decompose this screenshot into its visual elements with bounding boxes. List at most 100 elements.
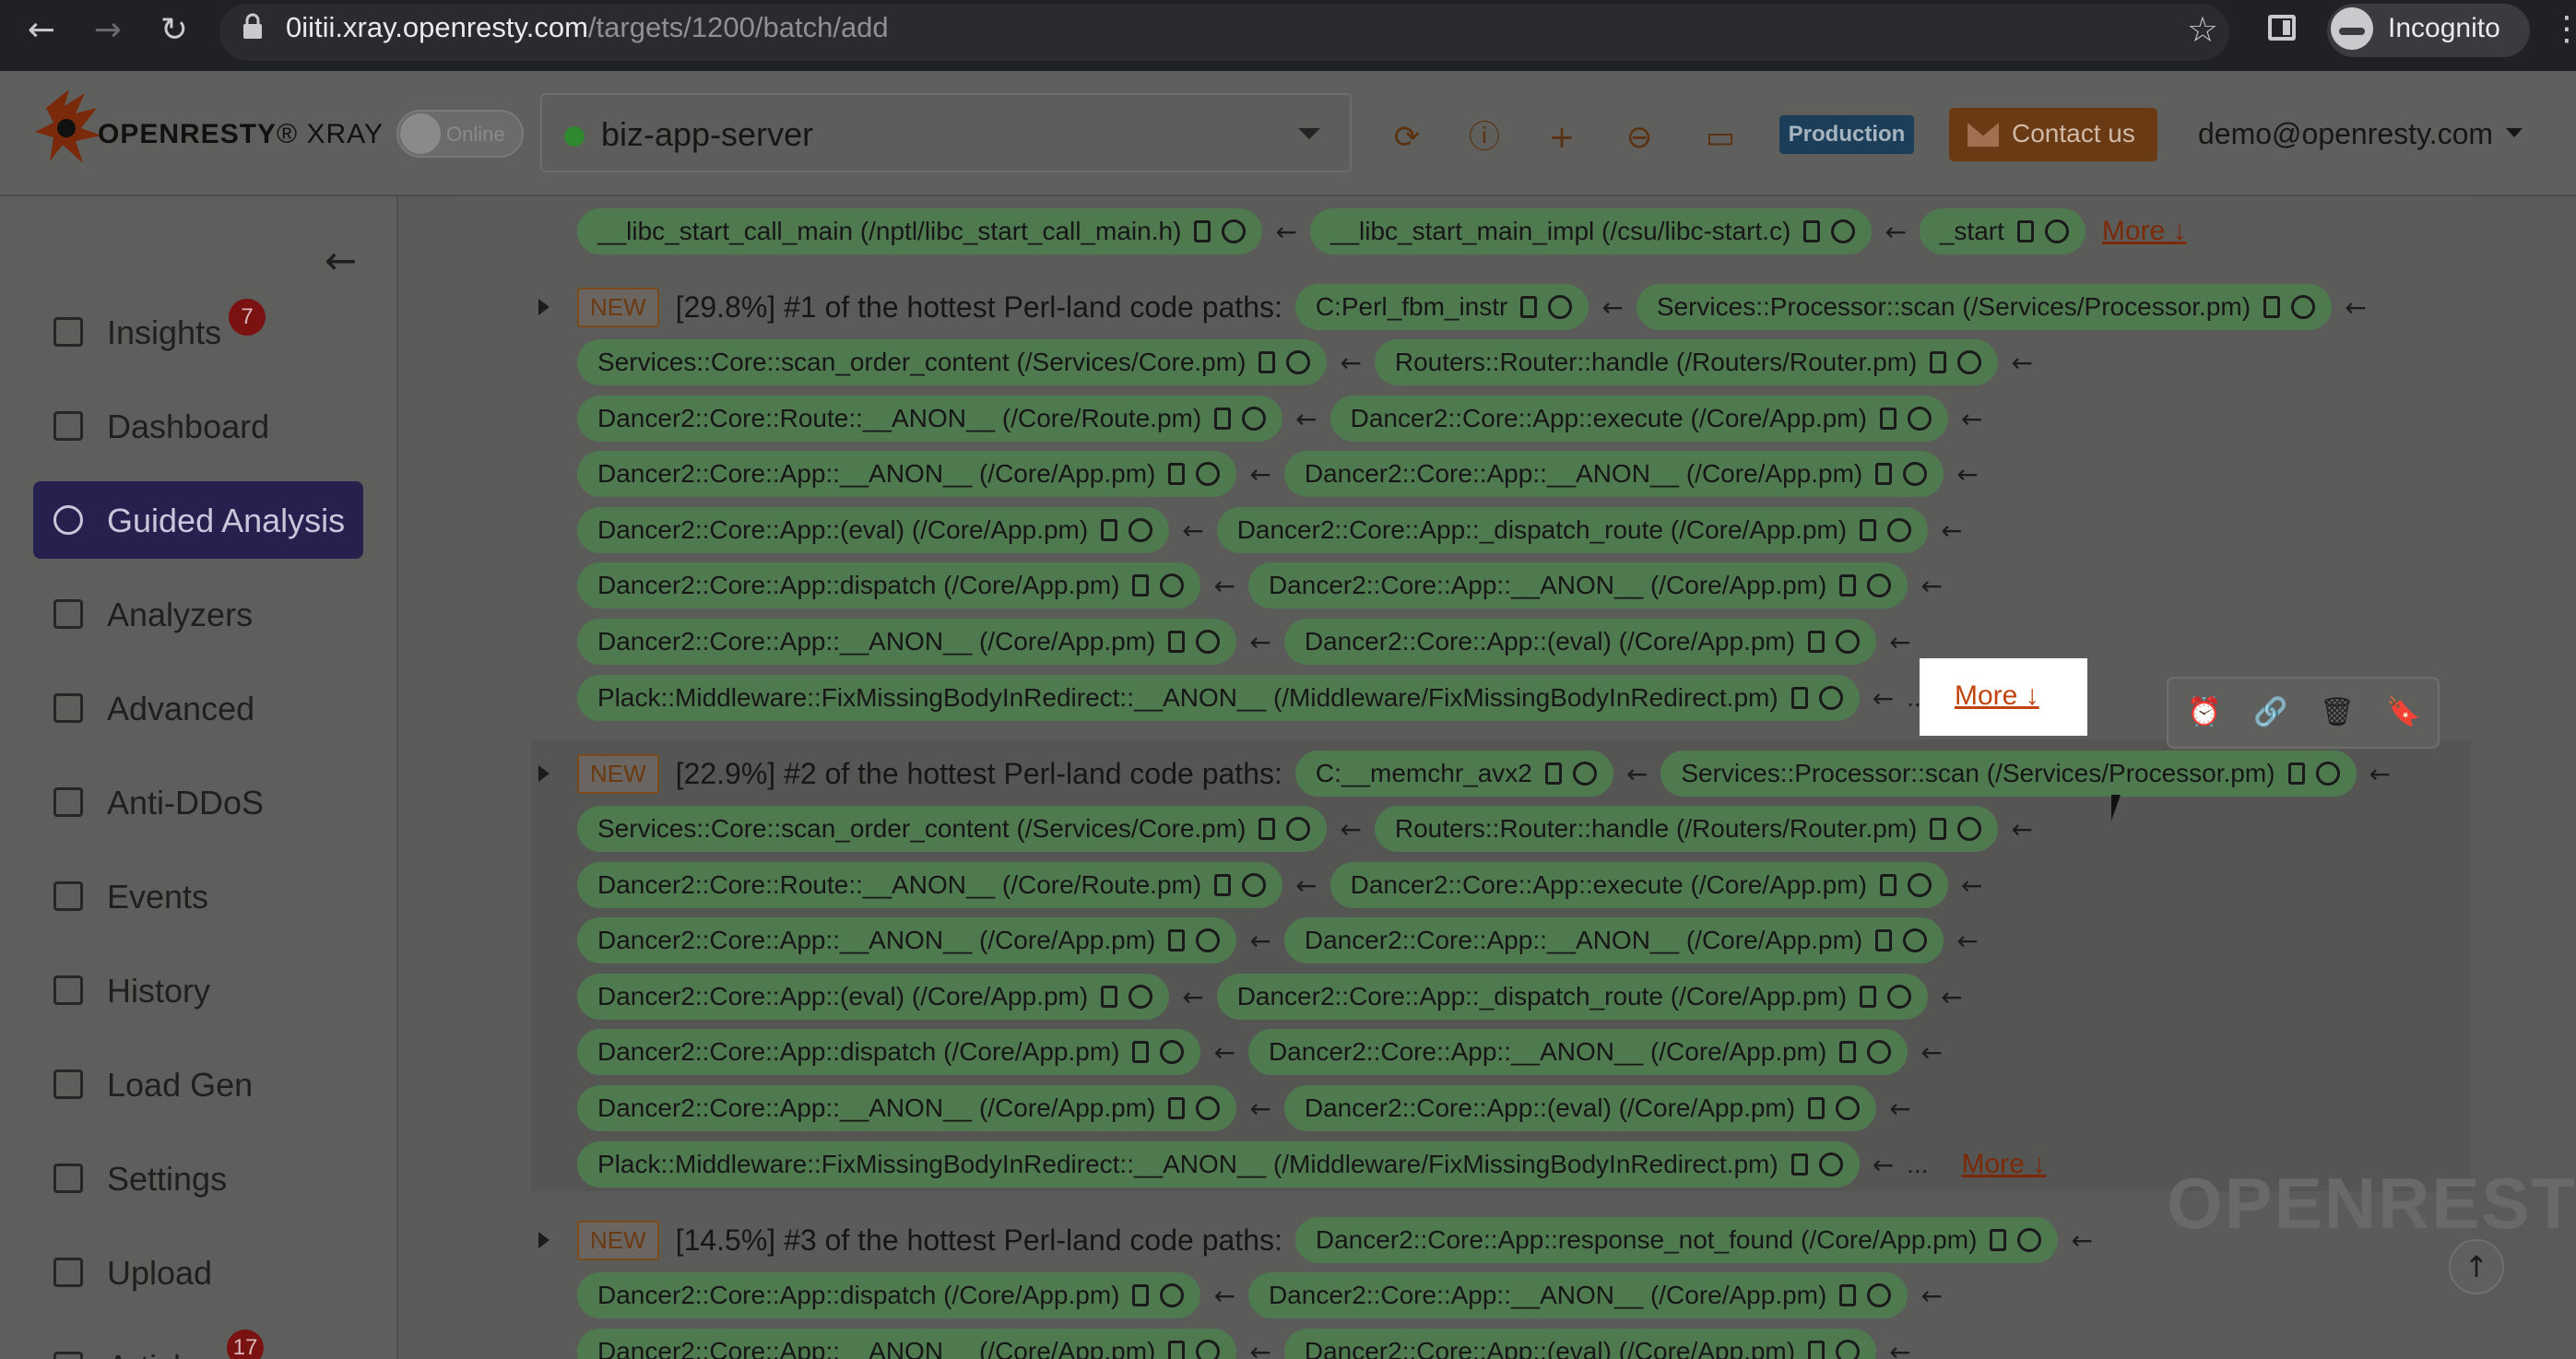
more-link[interactable]: More ↓	[2102, 216, 2187, 247]
sidebar-item-history[interactable]: History	[33, 951, 363, 1029]
frame-pill[interactable]: Plack::Middleware::FixMissingBodyInRedir…	[577, 675, 1860, 721]
copy-icon[interactable]	[1808, 1097, 1826, 1119]
frame-pill[interactable]: Dancer2::Core::App::(eval) (/Core/App.pm…	[577, 507, 1170, 553]
copy-icon[interactable]	[1790, 687, 1808, 709]
copy-icon[interactable]	[1875, 463, 1893, 485]
help-icon[interactable]	[1903, 462, 1928, 486]
help-icon[interactable]	[1957, 817, 1982, 841]
frame-pill[interactable]: Dancer2::Core::App::dispatch (/Core/App.…	[577, 1272, 1201, 1318]
copy-icon[interactable]	[1860, 519, 1877, 541]
frame-pill[interactable]: Dancer2::Core::App::execute (/Core/App.p…	[1329, 396, 1948, 442]
sidebar-item-advanced[interactable]: Advanced	[33, 669, 363, 747]
help-icon[interactable]	[1196, 630, 1221, 654]
help-icon[interactable]	[1242, 407, 1267, 431]
copy-icon[interactable]	[1875, 929, 1893, 951]
frame-pill[interactable]: Dancer2::Core::App::__ANON__ (/Core/App.…	[577, 451, 1237, 497]
forward-icon[interactable]: →	[85, 7, 131, 53]
expand-icon[interactable]	[538, 765, 549, 782]
frame-pill[interactable]: Dancer2::Core::App::(eval) (/Core/App.pm…	[1283, 619, 1877, 665]
sidebar-item-events[interactable]: Events	[33, 857, 363, 935]
frame-pill[interactable]: Services::Core::scan_order_content (/Ser…	[577, 339, 1328, 385]
frame-pill[interactable]: Dancer2::Core::App::__ANON__ (/Core/App.…	[577, 619, 1237, 665]
copy-icon[interactable]	[1132, 574, 1150, 597]
help-icon[interactable]	[2017, 1228, 2042, 1252]
browser-window-icon[interactable]: ▭	[1702, 119, 1739, 156]
copy-icon[interactable]	[2016, 220, 2034, 242]
sidebar-item-articles[interactable]: Articles	[33, 1328, 363, 1359]
copy-icon[interactable]	[1839, 574, 1857, 597]
copy-icon[interactable]	[1860, 986, 1877, 1008]
frame-pill[interactable]: Dancer2::Core::App::dispatch (/Core/App.…	[577, 562, 1201, 609]
copy-icon[interactable]	[1839, 1284, 1857, 1306]
frame-pill[interactable]: Dancer2::Core::App::(eval) (/Core/App.pm…	[577, 974, 1170, 1020]
sidebar-item-anti-ddos[interactable]: Anti-DDoS	[33, 763, 363, 841]
copy-icon[interactable]	[1168, 1097, 1186, 1119]
help-icon[interactable]	[1196, 928, 1221, 952]
browser-menu-icon[interactable]: ⋮	[2550, 9, 2576, 48]
frame-pill[interactable]: Plack::Middleware::FixMissingBodyInRedir…	[577, 1141, 1860, 1188]
trash-icon[interactable]: 🗑	[2320, 697, 2355, 728]
frame-pill[interactable]: Dancer2::Core::App::(eval) (/Core/App.pm…	[1283, 1085, 1877, 1131]
help-icon[interactable]	[2315, 762, 2340, 786]
copy-icon[interactable]	[1258, 818, 1276, 840]
help-icon[interactable]	[1286, 350, 1311, 374]
copy-icon[interactable]	[1101, 986, 1118, 1008]
help-icon[interactable]	[1903, 928, 1928, 952]
frame-pill[interactable]: Dancer2::Core::App::__ANON__ (/Core/App.…	[1283, 451, 1944, 497]
expand-icon[interactable]	[538, 1232, 549, 1248]
copy-icon[interactable]	[1168, 1341, 1186, 1359]
help-icon[interactable]	[1887, 518, 1912, 542]
frame-pill[interactable]: Dancer2::Core::App::_dispatch_route (/Co…	[1216, 507, 1929, 553]
frame-pill[interactable]: Dancer2::Core::App::__ANON__ (/Core/App.…	[577, 917, 1237, 963]
help-icon[interactable]	[1957, 350, 1982, 374]
help-icon[interactable]	[1867, 1283, 1892, 1307]
copy-icon[interactable]	[1879, 408, 1897, 430]
link-icon[interactable]: 🔗	[2253, 697, 2287, 728]
more-link[interactable]: More ↓	[1961, 1149, 2046, 1180]
copy-icon[interactable]	[1194, 220, 1211, 242]
sidebar-item-dashboard[interactable]: Dashboard	[33, 387, 363, 465]
help-icon[interactable]	[1818, 686, 1843, 710]
help-icon[interactable]	[1867, 573, 1892, 597]
help-icon[interactable]	[1867, 1040, 1892, 1064]
frame-pill[interactable]: Services::Processor::scan (/Services/Pro…	[1636, 284, 2333, 330]
more-link-highlighted[interactable]: More ↓	[1920, 658, 2087, 736]
reload-icon[interactable]: ↻	[151, 7, 197, 53]
frame-pill[interactable]: __libc_start_call_main (/nptl/libc_start…	[577, 208, 1263, 254]
help-icon[interactable]	[1887, 985, 1912, 1009]
help-icon[interactable]	[1572, 762, 1597, 786]
help-icon[interactable]	[1196, 1340, 1221, 1359]
help-icon[interactable]	[1836, 1096, 1861, 1120]
side-panel-icon[interactable]	[2268, 15, 2296, 41]
frame-pill[interactable]: Dancer2::Core::App::_dispatch_route (/Co…	[1216, 974, 1929, 1020]
frame-pill[interactable]: _start	[1919, 208, 2086, 254]
help-icon[interactable]	[2044, 219, 2069, 243]
frame-pill[interactable]: Dancer2::Core::App::__ANON__ (/Core/App.…	[1247, 1029, 1908, 1075]
sidebar-item-upload[interactable]: Upload	[33, 1234, 363, 1311]
refresh-icon[interactable]: ⟳	[1388, 119, 1425, 156]
frame-pill[interactable]: Dancer2::Core::Route::__ANON__ (/Core/Ro…	[577, 396, 1283, 442]
plus-icon[interactable]: +	[1543, 119, 1580, 156]
copy-icon[interactable]	[1132, 1041, 1150, 1063]
frame-pill[interactable]: Routers::Router::handle (/Routers/Router…	[1374, 339, 1999, 385]
help-icon[interactable]	[1907, 407, 1932, 431]
help-icon[interactable]	[1160, 573, 1185, 597]
frame-pill[interactable]: Dancer2::Core::App::execute (/Core/App.p…	[1329, 862, 1948, 908]
frame-pill[interactable]: Dancer2::Core::App::(eval) (/Core/App.pm…	[1283, 1329, 1877, 1359]
help-icon[interactable]	[2291, 295, 2316, 319]
copy-icon[interactable]	[1839, 1041, 1857, 1063]
sidebar-item-analyzers[interactable]: Analyzers	[33, 575, 363, 653]
sidebar-item-load-gen[interactable]: Load Gen	[33, 1046, 363, 1123]
frame-pill[interactable]: __libc_start_main_impl (/csu/libc-start.…	[1309, 208, 1873, 254]
help-icon[interactable]	[1907, 873, 1932, 897]
copy-icon[interactable]	[1214, 408, 1232, 430]
copy-icon[interactable]	[1168, 631, 1186, 653]
copy-icon[interactable]	[1790, 1153, 1808, 1176]
alarm-icon[interactable]: ⏰	[2187, 697, 2221, 728]
help-icon[interactable]	[1128, 518, 1153, 542]
frame-pill[interactable]: Dancer2::Core::App::__ANON__ (/Core/App.…	[577, 1329, 1237, 1359]
expand-icon[interactable]	[538, 299, 549, 315]
frame-pill[interactable]: Dancer2::Core::Route::__ANON__ (/Core/Ro…	[577, 862, 1283, 908]
help-icon[interactable]	[1160, 1040, 1185, 1064]
user-menu[interactable]: demo@openresty.com	[2198, 117, 2493, 151]
